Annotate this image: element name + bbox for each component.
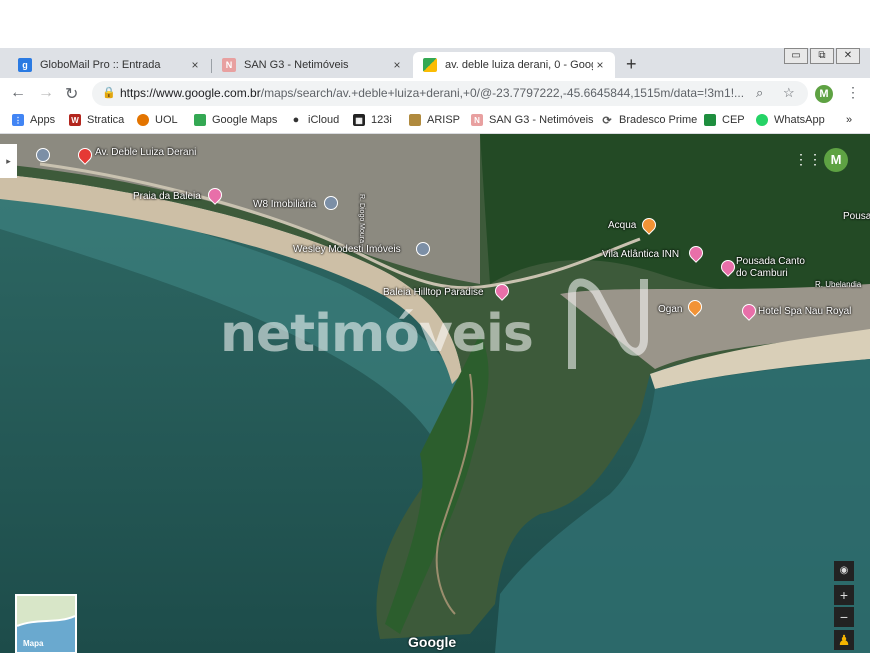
map-label[interactable]: Av. Deble Luiza Derani (95, 147, 196, 158)
google-maps-icon (423, 58, 437, 72)
bookmark-label: Bradesco Prime (619, 114, 698, 126)
map-label[interactable]: W8 Imobiliária (253, 199, 316, 210)
bookmark-whatsapp[interactable]: WhatsApp (756, 114, 825, 126)
map-label[interactable]: Vila Atlântica INN (602, 249, 679, 260)
expand-side-panel-button[interactable]: ▸ (0, 144, 17, 178)
bookmark-label: iCloud (308, 114, 340, 126)
bookmark-google-maps[interactable]: Google Maps (194, 114, 277, 126)
bookmark-label: ARISP (427, 114, 461, 126)
map-label[interactable]: do Camburi (736, 268, 788, 279)
window-controls: ▭ ⧉ ✕ (782, 48, 860, 64)
close-tab-icon[interactable]: × (188, 58, 202, 72)
map-label[interactable]: Acqua (608, 220, 636, 231)
tab-title: GloboMail Pro :: Entrada (40, 59, 161, 71)
bookmark-label: WhatsApp (774, 114, 825, 126)
minimize-icon[interactable]: ▭ (784, 48, 808, 64)
map-layer-toggle[interactable]: Mapa (15, 594, 77, 654)
bookmark-label: UOL (155, 114, 178, 126)
map-label[interactable]: Pousada Canto (736, 256, 805, 267)
street-view-pegman-icon[interactable]: ♟ (834, 630, 854, 650)
bookmark-label: 123i (371, 114, 392, 126)
reload-icon[interactable]: ↻ (65, 84, 78, 104)
restore-icon[interactable]: ⧉ (810, 48, 834, 64)
bookmark-stratica[interactable]: W Stratica (69, 114, 124, 126)
browser-toolbar: ← → ↻ 🔒 https://www.google.com.br/maps/s… (0, 78, 870, 109)
back-arrow-icon[interactable]: ← (10, 84, 26, 102)
map-label: R. Diogo Moura (358, 194, 365, 244)
bookmark-123i[interactable]: ▦ 123i (353, 114, 392, 126)
bookmark-label: Google Maps (212, 114, 278, 126)
bookmark-label: Stratica (87, 114, 125, 126)
zoom-magnifier-icon[interactable]: ⌕ (756, 85, 763, 101)
close-window-icon[interactable]: ✕ (836, 48, 860, 64)
map-label[interactable]: Ogan (658, 304, 682, 315)
zoom-out-button[interactable]: − (834, 607, 854, 627)
close-tab-icon[interactable]: × (593, 58, 607, 72)
stratica-icon: W (69, 114, 81, 126)
tab-title: av. deble luiza derani, 0 - Google (445, 59, 593, 71)
bookmark-cep[interactable]: CEP (704, 114, 745, 126)
bookmark-uol[interactable]: UOL (137, 114, 178, 126)
netimoveis-icon: N (222, 58, 236, 72)
netimoveis-icon: N (471, 114, 483, 126)
new-tab-button[interactable]: + (626, 54, 637, 75)
top-blank-area (0, 0, 870, 48)
tab-netimoveis[interactable]: N SAN G3 - Netimóveis × (212, 52, 412, 78)
bookmark-icloud[interactable]: ● iCloud (290, 114, 339, 126)
netimoveis-logo-watermark (568, 278, 648, 369)
close-tab-icon[interactable]: × (390, 58, 404, 72)
url-host: https://www.google.com.br (120, 86, 261, 100)
map-label: R. Ubelandia (815, 280, 862, 289)
tab-google-maps[interactable]: av. deble luiza derani, 0 - Google × (413, 52, 615, 78)
globomail-icon: g (18, 58, 32, 72)
lock-icon: 🔒 (102, 87, 116, 99)
apple-icon: ● (290, 114, 302, 126)
address-bar[interactable]: 🔒 https://www.google.com.br/maps/search/… (92, 81, 808, 106)
my-location-icon[interactable]: ◉ (834, 561, 854, 581)
forward-arrow-icon[interactable]: → (38, 84, 54, 102)
123i-icon: ▦ (353, 114, 365, 126)
map-label[interactable]: Praia da Baleia (133, 191, 201, 202)
bookmark-bradesco[interactable]: ⟳ Bradesco Prime (601, 114, 698, 127)
bookmark-label: CEP (722, 114, 745, 126)
bookmarks-bar: ⋮ Apps W Stratica UOL Google Maps ● iCloud … (0, 109, 870, 134)
cep-icon (704, 114, 716, 126)
bradesco-icon: ⟳ (601, 114, 613, 127)
satellite-map[interactable]: Av. Deble Luiza Derani Praia da Baleia W… (0, 134, 870, 653)
url-path: /maps/search/av.+deble+luiza+derani,+0/@… (260, 86, 745, 100)
tab-bar: g GloboMail Pro :: Entrada × N SAN G3 - … (0, 48, 870, 78)
kebab-menu-icon[interactable]: ⋮ (846, 84, 860, 101)
whatsapp-icon (756, 114, 768, 126)
map-thumbnail-label: Mapa (23, 639, 44, 648)
map-label[interactable]: Baleia Hilltop Paradise (383, 287, 484, 298)
bookmarks-overflow-button[interactable]: » (846, 114, 852, 126)
bookmark-apps[interactable]: ⋮ Apps (12, 114, 55, 126)
map-label[interactable]: Hotel Spa Nau Royal (758, 306, 851, 317)
profile-avatar[interactable]: M (815, 85, 833, 103)
arisp-icon (409, 114, 421, 126)
bookmark-star-icon[interactable]: ☆ (783, 85, 795, 101)
account-avatar[interactable]: M (824, 148, 848, 172)
map-imagery (0, 134, 870, 653)
bookmark-label: SAN G3 - Netimóveis (489, 114, 594, 126)
zoom-in-button[interactable]: + (834, 585, 854, 605)
bookmark-netimoveis[interactable]: N SAN G3 - Netimóveis (471, 114, 594, 126)
url-text[interactable]: https://www.google.com.br/maps/search/av… (120, 86, 745, 100)
apps-grid-icon: ⋮ (12, 114, 24, 126)
map-label[interactable]: Pousa (843, 211, 870, 222)
tab-title: SAN G3 - Netimóveis (244, 59, 349, 71)
google-maps-icon (194, 114, 206, 126)
google-logo: Google (408, 634, 457, 650)
bookmark-label: Apps (30, 114, 56, 126)
uol-icon (137, 114, 149, 126)
tab-globomail[interactable]: g GloboMail Pro :: Entrada × (8, 52, 210, 78)
bookmark-arisp[interactable]: ARISP (409, 114, 460, 126)
map-label[interactable]: Wesley Modesti Imóveis (293, 244, 401, 255)
netimoveis-watermark: netimóveis (220, 304, 534, 364)
